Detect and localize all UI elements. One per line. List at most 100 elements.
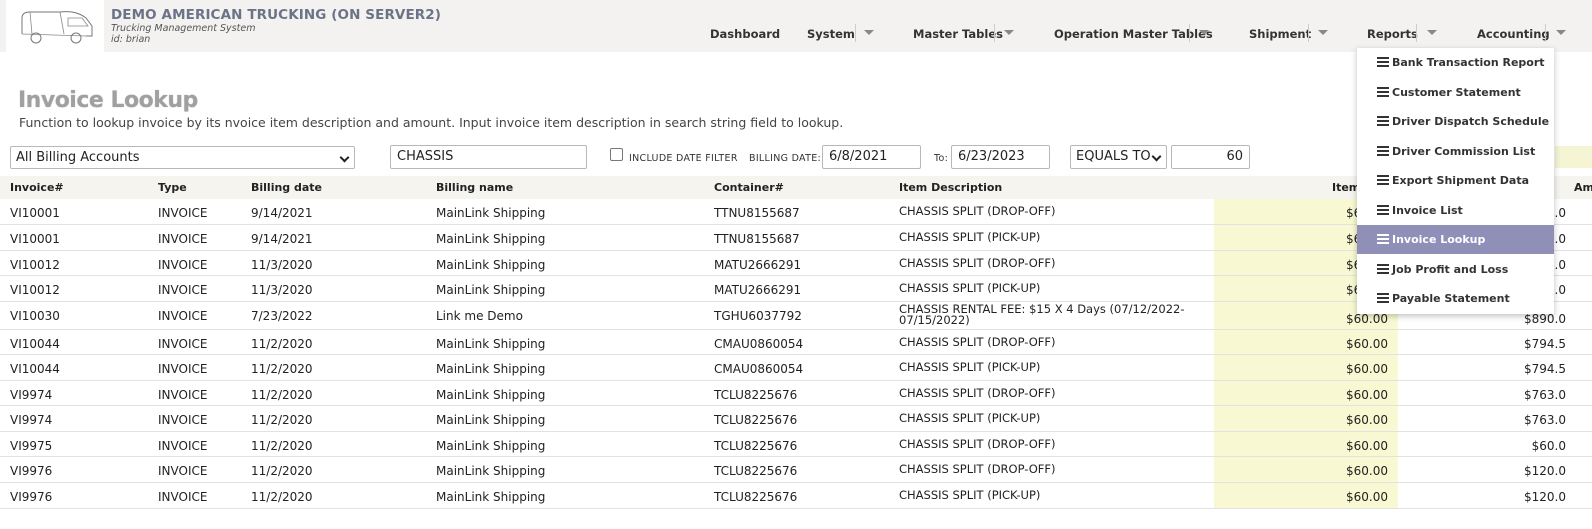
menu-item-label: Invoice Lookup xyxy=(1392,233,1486,246)
table-row[interactable]: VI9974 INVOICE 11/2/2020 MainLink Shipping T… xyxy=(0,406,1592,432)
cell-amt: $763.0 xyxy=(1524,388,1566,402)
menu-item-invoice-list[interactable]: Invoice List xyxy=(1357,196,1554,225)
cell-container: CMAU0860054 xyxy=(714,337,804,351)
cell-billing-name: MainLink Shipping xyxy=(436,490,546,504)
cell-billing-date: 11/2/2020 xyxy=(251,439,313,453)
nav-separator xyxy=(1189,24,1190,42)
table-row[interactable]: VI9974 INVOICE 11/2/2020 MainLink Shipping T… xyxy=(0,381,1592,406)
table-row[interactable]: VI10030 INVOICE 7/23/2022 Link me Demo TGHU6… xyxy=(0,302,1592,330)
nav-separator xyxy=(855,24,856,42)
nav-dashboard[interactable]: Dashboard xyxy=(710,27,780,41)
menu-item-label: Export Shipment Data xyxy=(1392,174,1530,187)
column-header-billing-date[interactable]: Billing date xyxy=(251,181,322,194)
nav-reports[interactable]: Reports xyxy=(1367,27,1418,41)
menu-item-customer-statement[interactable]: Customer Statement xyxy=(1357,78,1554,107)
list-icon xyxy=(1377,234,1389,244)
to-date-label: To: xyxy=(934,153,949,164)
cell-billing-date: 11/3/2020 xyxy=(251,283,313,297)
cell-item-amount: $60.00 xyxy=(1346,362,1388,376)
menu-item-label: Driver Commission List xyxy=(1392,145,1536,158)
menu-item-invoice-lookup[interactable]: Invoice Lookup xyxy=(1357,225,1554,254)
chevron-down-icon xyxy=(1151,151,1162,162)
cell-item-amount: $60.00 xyxy=(1346,312,1388,326)
reports-dropdown-menu: Bank Transaction Report Customer Statemen… xyxy=(1357,48,1554,314)
nav-system[interactable]: System xyxy=(807,27,855,41)
operator-select[interactable]: EQUALS TO xyxy=(1070,145,1167,169)
to-date-input[interactable]: 6/23/2023 xyxy=(951,145,1050,169)
column-header-item-description[interactable]: Item Description xyxy=(899,181,1002,194)
table-row[interactable]: VI10001 INVOICE 9/14/2021 MainLink Shipping… xyxy=(0,225,1592,251)
cell-type: INVOICE xyxy=(158,309,208,323)
search-input[interactable]: CHASSIS xyxy=(390,145,587,169)
menu-item-driver-dispatch-schedule[interactable]: Driver Dispatch Schedule xyxy=(1357,107,1554,136)
table-row[interactable]: VI10012 INVOICE 11/3/2020 MainLink Shipping… xyxy=(0,251,1592,276)
chevron-down-icon xyxy=(339,152,350,163)
cell-invoice: VI10044 xyxy=(10,337,60,351)
nav-accounting[interactable]: Accounting xyxy=(1477,27,1550,41)
caret-down-icon[interactable] xyxy=(1199,30,1209,35)
cell-invoice: VI10001 xyxy=(10,206,60,220)
table-row[interactable]: VI10012 INVOICE 11/3/2020 MainLink Shipping… xyxy=(0,276,1592,302)
billing-account-select[interactable]: All Billing Accounts xyxy=(10,146,355,169)
include-date-filter-checkbox[interactable] xyxy=(610,148,623,161)
cell-item-description: CHASSIS SPLIT (DROP-OFF) xyxy=(899,335,1056,349)
nav-shipment[interactable]: Shipment xyxy=(1249,27,1311,41)
caret-down-icon[interactable] xyxy=(1318,30,1328,35)
cell-item-amount: $60.00 xyxy=(1346,490,1388,504)
caret-down-icon[interactable] xyxy=(1556,30,1566,35)
cell-billing-name: MainLink Shipping xyxy=(436,413,546,427)
caret-down-icon[interactable] xyxy=(864,30,874,35)
cell-type: INVOICE xyxy=(158,337,208,351)
cell-item-description: CHASSIS SPLIT (PICK-UP) xyxy=(899,360,1041,374)
nav-master-tables[interactable]: Master Tables xyxy=(913,27,1003,41)
list-icon xyxy=(1377,293,1389,303)
cell-invoice: VI9975 xyxy=(10,439,53,453)
menu-item-driver-commission-list[interactable]: Driver Commission List xyxy=(1357,137,1554,166)
cell-amt: $120.0 xyxy=(1524,490,1566,504)
cell-item-description: CHASSIS SPLIT (DROP-OFF) xyxy=(899,462,1056,476)
cell-amt: $120.0 xyxy=(1524,464,1566,478)
table-row[interactable]: VI10044 INVOICE 11/2/2020 MainLink Shipping… xyxy=(0,330,1592,355)
menu-item-label: Customer Statement xyxy=(1392,86,1521,99)
cell-invoice: VI9974 xyxy=(10,388,53,402)
menu-item-bank-transaction-report[interactable]: Bank Transaction Report xyxy=(1357,48,1554,77)
app-header: DEMO AMERICAN TRUCKING (ON SERVER2) Truc… xyxy=(0,0,1592,52)
amount-input[interactable]: 60 xyxy=(1171,145,1250,169)
cell-item-description: CHASSIS SPLIT (DROP-OFF) xyxy=(899,386,1056,400)
menu-item-label: Invoice List xyxy=(1392,204,1463,217)
table-row[interactable]: VI9975 INVOICE 11/2/2020 MainLink Shipping T… xyxy=(0,432,1592,457)
column-header-amt[interactable]: Amt xyxy=(1574,181,1592,194)
search-button-edge[interactable] xyxy=(1555,146,1592,168)
table-row[interactable]: VI10044 INVOICE 11/2/2020 MainLink Shipping… xyxy=(0,355,1592,381)
include-date-filter-label: INCLUDE DATE FILTER xyxy=(629,153,738,164)
cell-invoice: VI9976 xyxy=(10,464,53,478)
table-row[interactable]: VI10001 INVOICE 9/14/2021 MainLink Shipping… xyxy=(0,199,1592,225)
cell-billing-name: MainLink Shipping xyxy=(436,283,546,297)
cell-billing-date: 9/14/2021 xyxy=(251,232,313,246)
column-header-container[interactable]: Container# xyxy=(714,181,784,194)
list-icon xyxy=(1377,264,1389,274)
cell-billing-name: MainLink Shipping xyxy=(436,464,546,478)
column-header-invoice[interactable]: Invoice# xyxy=(10,181,64,194)
table-row[interactable]: VI9976 INVOICE 11/2/2020 MainLink Shipping T… xyxy=(0,483,1592,509)
cell-billing-date: 11/2/2020 xyxy=(251,337,313,351)
from-date-input[interactable]: 6/8/2021 xyxy=(822,145,921,169)
column-header-type[interactable]: Type xyxy=(158,181,187,194)
cell-invoice: VI10030 xyxy=(10,309,60,323)
caret-down-icon[interactable] xyxy=(1427,30,1437,35)
cell-type: INVOICE xyxy=(158,388,208,402)
menu-item-job-profit-and-loss[interactable]: Job Profit and Loss xyxy=(1357,255,1554,284)
cell-container: TCLU8225676 xyxy=(714,413,798,427)
table-row[interactable]: VI9976 INVOICE 11/2/2020 MainLink Shipping T… xyxy=(0,457,1592,483)
menu-item-export-shipment-data[interactable]: Export Shipment Data xyxy=(1357,166,1554,195)
column-header-billing-name[interactable]: Billing name xyxy=(436,181,513,194)
cell-billing-name: MainLink Shipping xyxy=(436,439,546,453)
logo[interactable] xyxy=(6,0,104,52)
menu-item-payable-statement[interactable]: Payable Statement xyxy=(1357,284,1554,313)
caret-down-icon[interactable] xyxy=(1004,30,1014,35)
nav-separator xyxy=(1545,24,1546,42)
cell-invoice: VI9976 xyxy=(10,490,53,504)
cell-type: INVOICE xyxy=(158,258,208,272)
user-id: id: brian xyxy=(111,34,151,45)
cell-billing-date: 11/2/2020 xyxy=(251,464,313,478)
